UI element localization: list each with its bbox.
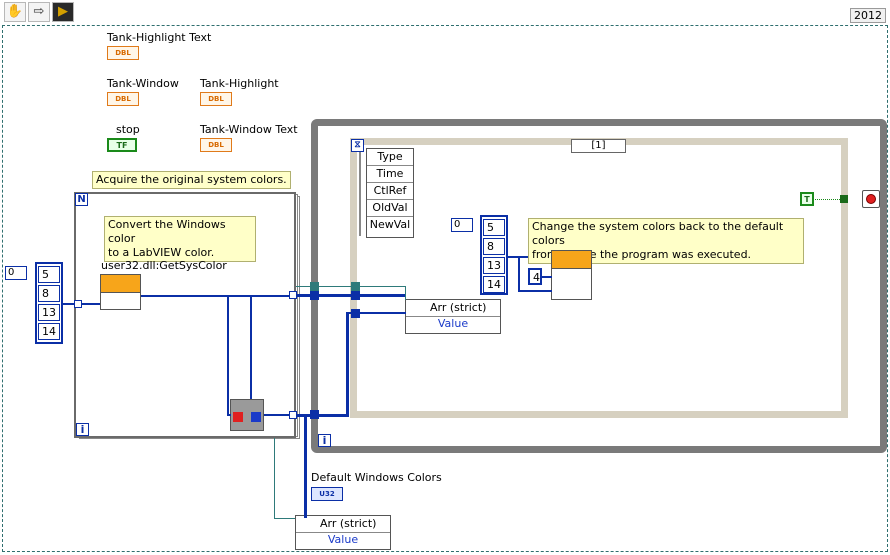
- event-field: Time: [367, 166, 413, 183]
- stop-local-terminal[interactable]: T: [800, 192, 814, 206]
- call-library-node-terminals: [101, 292, 140, 309]
- dll-name-label: user32.dll:GetSysColor: [101, 259, 227, 272]
- hand-icon[interactable]: ✋: [4, 2, 26, 22]
- wire: [250, 295, 252, 399]
- default-colors-indicator[interactable]: U32: [311, 487, 343, 501]
- tank-highlight-text-label: Tank-Highlight Text: [107, 31, 212, 44]
- loop-count-terminal[interactable]: N: [75, 193, 88, 206]
- property-node-value: Value: [406, 317, 500, 333]
- timeout-icon[interactable]: ⧖: [351, 139, 364, 152]
- loop-iteration-terminal[interactable]: i: [76, 423, 89, 436]
- stop-terminal[interactable]: TF: [107, 138, 137, 152]
- left-array-element[interactable]: 5: [38, 266, 60, 283]
- wire: [518, 290, 552, 292]
- case-selector[interactable]: [1]: [571, 139, 626, 153]
- wire: [227, 295, 229, 415]
- inner-array-element[interactable]: 14: [483, 276, 505, 293]
- wire: [296, 294, 356, 297]
- property-node-arr: Arr (strict): [406, 300, 500, 317]
- inner-array-element[interactable]: 5: [483, 219, 505, 236]
- while-iteration-terminal[interactable]: i: [318, 434, 331, 447]
- tunnel: [310, 282, 319, 291]
- wire: [405, 286, 406, 300]
- red-swatch-icon: [233, 412, 243, 422]
- wire: [346, 312, 349, 417]
- tank-highlight-text-terminal[interactable]: DBL: [107, 46, 139, 60]
- count-constant[interactable]: 4: [528, 268, 542, 285]
- left-array-element[interactable]: 14: [38, 323, 60, 340]
- arrow-icon[interactable]: ⇨: [28, 2, 50, 22]
- stop-label: stop: [116, 123, 140, 136]
- left-array-index[interactable]: 0: [5, 266, 27, 280]
- property-node-arr: Arr (strict): [296, 516, 390, 533]
- stop-condition-terminal[interactable]: [862, 190, 880, 208]
- left-array-element[interactable]: 8: [38, 285, 60, 302]
- tank-highlight-label: Tank-Highlight: [200, 77, 279, 90]
- blue-swatch-icon: [251, 412, 261, 422]
- tank-window-terminal[interactable]: DBL: [107, 92, 139, 106]
- run-icon[interactable]: ▶: [52, 2, 74, 22]
- tunnel: [310, 410, 319, 419]
- stop-sign-icon: [866, 194, 876, 204]
- tunnel: [289, 291, 297, 299]
- version-tag: 2012: [850, 8, 886, 23]
- wire: [227, 414, 231, 416]
- wire: [264, 414, 291, 416]
- property-node-bottom[interactable]: Arr (strict) Value: [295, 515, 391, 550]
- wire: [542, 276, 552, 278]
- tunnel: [74, 300, 82, 308]
- wire: [304, 414, 307, 494]
- left-array-element[interactable]: 13: [38, 304, 60, 321]
- tunnel: [310, 291, 319, 300]
- inner-array-element[interactable]: 13: [483, 257, 505, 274]
- inner-array-index[interactable]: 0: [451, 218, 473, 232]
- event-field: NewVal: [369, 218, 411, 231]
- property-node-top[interactable]: Arr (strict) Value: [405, 299, 501, 334]
- tunnel: [289, 411, 297, 419]
- wire: [304, 494, 307, 518]
- set-sys-colors-terminals: [552, 268, 591, 299]
- color-convert-node[interactable]: [230, 399, 264, 431]
- case-selector-label: [1]: [591, 140, 606, 151]
- tank-highlight-terminal[interactable]: DBL: [200, 92, 232, 106]
- wire: [274, 518, 295, 519]
- tunnel: [351, 291, 360, 300]
- convert-comment: Convert the Windows color to a LabVIEW c…: [104, 216, 256, 262]
- event-field: OldVal: [367, 200, 413, 217]
- acquire-comment: Acquire the original system colors.: [92, 171, 291, 189]
- wire: [518, 256, 520, 292]
- tunnel: [840, 195, 848, 203]
- event-field: Type: [367, 149, 413, 166]
- tank-window-text-label: Tank-Window Text: [200, 123, 298, 136]
- wire: [274, 438, 275, 518]
- inner-array-element[interactable]: 8: [483, 238, 505, 255]
- default-colors-label: Default Windows Colors: [311, 471, 442, 484]
- event-data-node: Type Time CtlRef OldVal NewVal: [366, 148, 414, 238]
- tank-window-label: Tank-Window: [107, 77, 179, 90]
- property-node-value: Value: [296, 533, 390, 549]
- tank-window-text-terminal[interactable]: DBL: [200, 138, 232, 152]
- boolean-wire: [815, 199, 840, 200]
- wire: [356, 294, 405, 297]
- tunnel: [351, 309, 360, 318]
- event-field: CtlRef: [367, 183, 413, 200]
- wire: [141, 295, 291, 297]
- event-structure[interactable]: [350, 138, 848, 418]
- tunnel: [351, 282, 360, 291]
- toolbar: ✋ ⇨ ▶ 2012: [0, 0, 890, 26]
